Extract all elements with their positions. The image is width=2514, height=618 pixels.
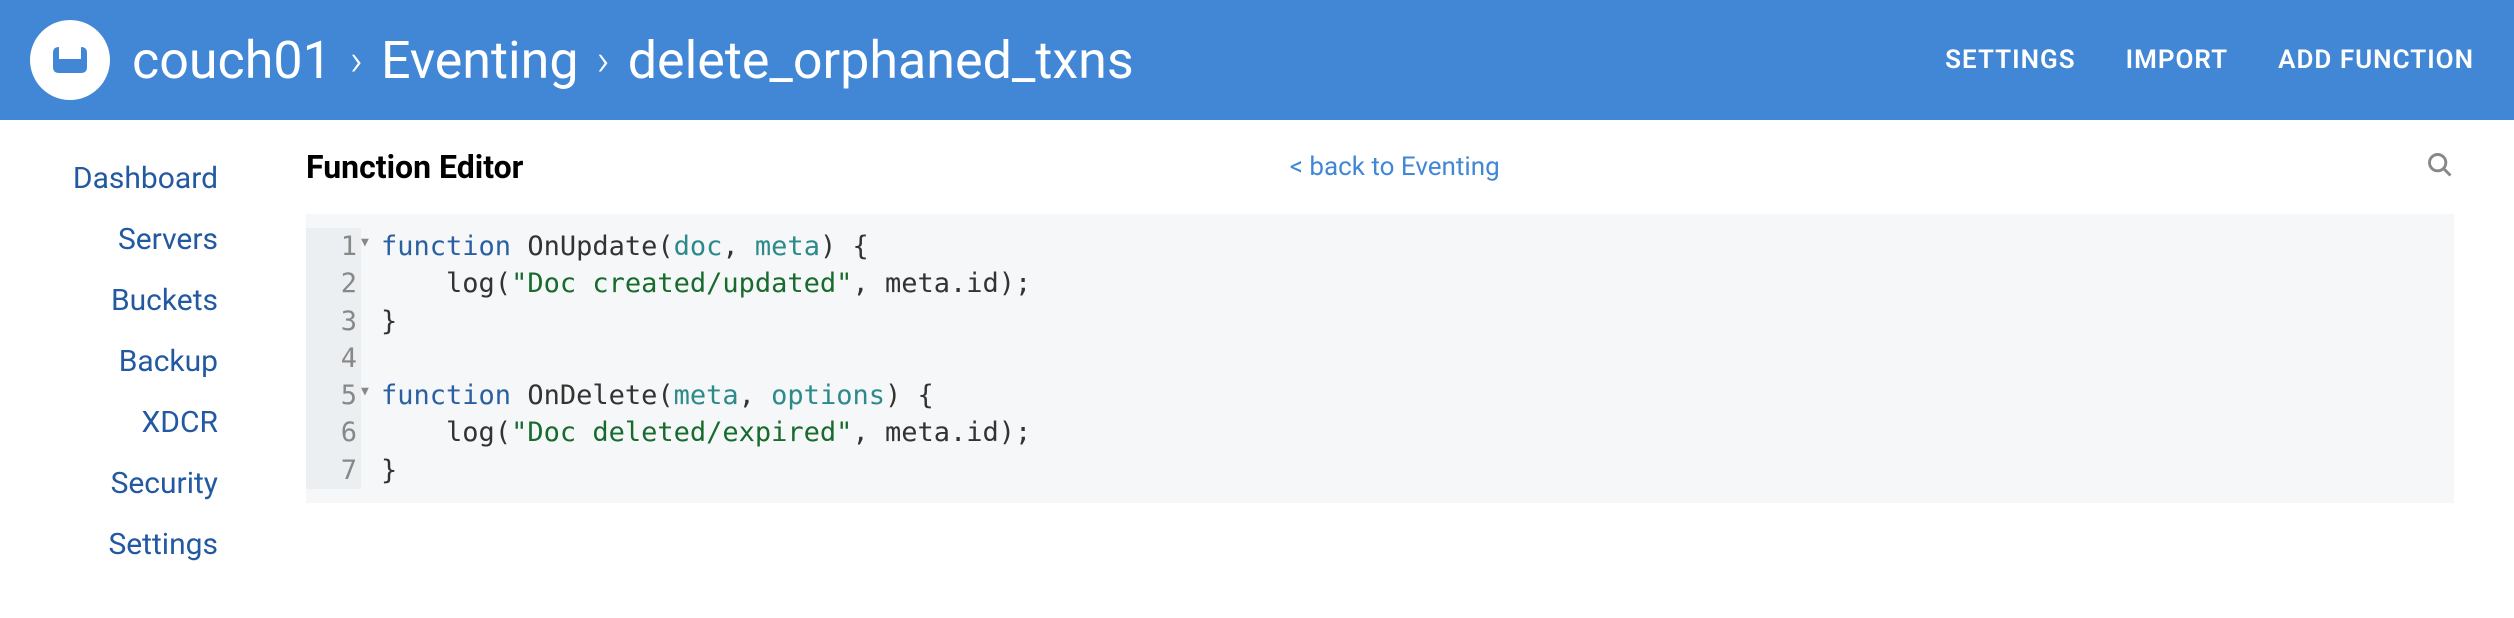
main-area: Dashboard Servers Buckets Backup XDCR Se… — [0, 120, 2514, 575]
code-line: 4 — [306, 340, 2454, 377]
top-header: couch01 › Eventing › delete_orphaned_txn… — [0, 0, 2514, 120]
line-number: 6 — [306, 414, 361, 451]
line-number: 3 — [306, 303, 361, 340]
code-text[interactable]: log("Doc created/updated", meta.id); — [381, 265, 1031, 302]
couchbase-logo-icon[interactable] — [30, 20, 110, 100]
code-text[interactable]: } — [381, 452, 397, 489]
sidebar-nav: Dashboard Servers Buckets Backup XDCR Se… — [0, 120, 258, 575]
chevron-right-icon: › — [350, 34, 363, 86]
fold-gutter — [361, 303, 381, 340]
page-title: Function Editor — [306, 148, 523, 186]
code-text[interactable]: function OnDelete(meta, options) { — [381, 377, 934, 414]
header-actions: SETTINGS IMPORT ADD FUNCTION — [1945, 45, 2474, 75]
fold-gutter — [361, 452, 381, 489]
sidebar-item-xdcr[interactable]: XDCR — [0, 392, 258, 453]
fold-gutter — [361, 265, 381, 302]
code-line: 6 log("Doc deleted/expired", meta.id); — [306, 414, 2454, 451]
breadcrumb-section[interactable]: Eventing — [381, 30, 579, 91]
code-text[interactable]: } — [381, 303, 397, 340]
sidebar-item-backup[interactable]: Backup — [0, 331, 258, 392]
sidebar-item-servers[interactable]: Servers — [0, 209, 258, 270]
add-function-link[interactable]: ADD FUNCTION — [2278, 45, 2474, 75]
fold-gutter — [361, 414, 381, 451]
sidebar-item-buckets[interactable]: Buckets — [0, 270, 258, 331]
back-to-eventing-link[interactable]: < back to Eventing — [1290, 152, 1500, 182]
sidebar-item-dashboard[interactable]: Dashboard — [0, 148, 258, 209]
breadcrumb: couch01 › Eventing › delete_orphaned_txn… — [132, 30, 1945, 91]
line-number: 5 — [306, 377, 361, 414]
code-line: 3 } — [306, 303, 2454, 340]
settings-link[interactable]: SETTINGS — [1945, 45, 2075, 75]
content-header: Function Editor < back to Eventing — [306, 148, 2454, 186]
breadcrumb-function: delete_orphaned_txns — [628, 30, 1134, 91]
breadcrumb-cluster[interactable]: couch01 — [132, 30, 332, 91]
fold-triangle-icon[interactable]: ▼ — [361, 228, 381, 265]
fold-triangle-icon[interactable]: ▼ — [361, 377, 381, 414]
content-area: Function Editor < back to Eventing 1 ▼ f… — [258, 120, 2514, 575]
sidebar-item-security[interactable]: Security — [0, 453, 258, 514]
code-line: 1 ▼ function OnUpdate(doc, meta) { — [306, 228, 2454, 265]
code-line: 7 } — [306, 452, 2454, 489]
code-text[interactable]: log("Doc deleted/expired", meta.id); — [381, 414, 1031, 451]
search-icon[interactable] — [2426, 151, 2454, 183]
code-line: 2 log("Doc created/updated", meta.id); — [306, 265, 2454, 302]
code-text[interactable]: function OnUpdate(doc, meta) { — [381, 228, 869, 265]
import-link[interactable]: IMPORT — [2126, 45, 2229, 75]
line-number: 2 — [306, 265, 361, 302]
code-line: 5 ▼ function OnDelete(meta, options) { — [306, 377, 2454, 414]
chevron-right-icon: › — [597, 34, 610, 86]
fold-gutter — [361, 340, 381, 377]
line-number: 1 — [306, 228, 361, 265]
line-number: 4 — [306, 340, 361, 377]
code-editor[interactable]: 1 ▼ function OnUpdate(doc, meta) { 2 log… — [306, 214, 2454, 503]
line-number: 7 — [306, 452, 361, 489]
sidebar-item-settings[interactable]: Settings — [0, 514, 258, 575]
